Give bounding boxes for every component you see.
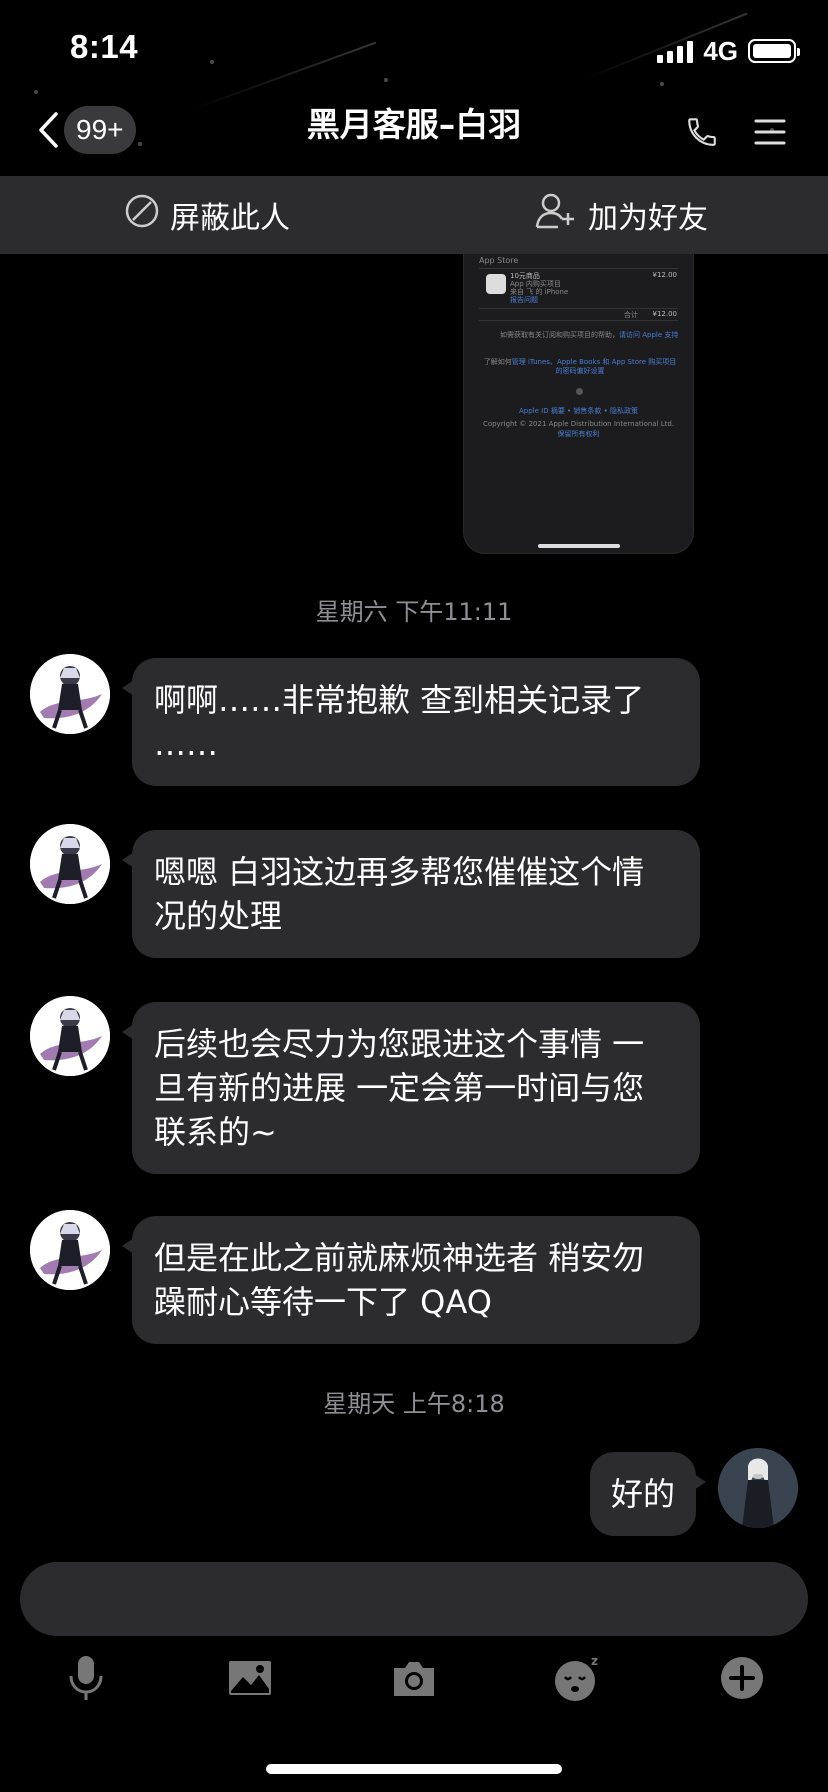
help-text: 如需获取有关订阅和购买项目的帮助， bbox=[500, 331, 619, 339]
block-user-button[interactable]: 屏蔽此人 bbox=[0, 176, 414, 254]
status-bar: 8:14 4G bbox=[0, 0, 828, 92]
plus-icon[interactable] bbox=[712, 1648, 772, 1708]
my-message-bubble[interactable]: 好的 bbox=[590, 1452, 706, 1536]
phone-icon[interactable] bbox=[680, 110, 724, 154]
input-toolbar: z bbox=[0, 1648, 828, 1708]
message-line: 联系的~ bbox=[154, 1113, 277, 1151]
camera-icon[interactable] bbox=[384, 1648, 444, 1708]
support-link: 请访问 Apple 支持 bbox=[619, 331, 679, 339]
home-indicator bbox=[266, 1764, 562, 1774]
message-line: 后续也会尽力为您跟进这个事情 一 bbox=[154, 1025, 645, 1063]
screenshot-home-indicator bbox=[538, 544, 620, 548]
footer-links: Apple ID 摘要 • 销售条款 • 隐私政策 bbox=[519, 407, 638, 415]
menu-icon[interactable] bbox=[748, 110, 792, 154]
image-message[interactable]: App Store 10元商品 App 内购买项目 来自 飞 的 iPhone … bbox=[463, 254, 694, 554]
network-type: 4G bbox=[703, 35, 738, 66]
message-line: 嗯嗯 白羽这边再多帮您催催这个情 bbox=[154, 853, 645, 891]
message-bubble[interactable]: 后续也会尽力为您跟进这个事情 一 旦有新的进展 一定会第一时间与您 联系的~ bbox=[122, 1002, 700, 1174]
contact-action-bar: 屏蔽此人 加为好友 bbox=[0, 176, 828, 254]
rights-link: 保留所有权利 bbox=[557, 430, 600, 438]
message-line: 躁耐心等待一下了 QAQ bbox=[154, 1283, 492, 1321]
copyright-text: Copyright © 2021 Apple Distribution Inte… bbox=[482, 420, 675, 428]
battery-icon bbox=[748, 39, 800, 63]
item-price: ¥12.00 bbox=[652, 271, 678, 279]
signal-icon bbox=[657, 39, 694, 63]
block-icon bbox=[124, 193, 160, 237]
message-input[interactable] bbox=[20, 1562, 808, 1636]
nav-bar: 99+ 黑月客服–白羽 bbox=[0, 92, 828, 176]
total-label: 合计 bbox=[624, 311, 638, 319]
block-user-label: 屏蔽此人 bbox=[170, 201, 290, 236]
total-price: ¥12.00 bbox=[652, 310, 678, 318]
message-line: 旦有新的进展 一定会第一时间与您 bbox=[154, 1069, 645, 1107]
report-problem-link: 报告问题 bbox=[510, 296, 538, 304]
add-friend-button[interactable]: 加为好友 bbox=[414, 176, 828, 254]
manage-link: 管理 iTunes、Apple Books 和 App Store 购买项目的密… bbox=[511, 358, 677, 375]
message-bubble[interactable]: 嗯嗯 白羽这边再多帮您催催这个情 况的处理 bbox=[122, 830, 700, 958]
agent-avatar[interactable] bbox=[30, 824, 110, 904]
svg-text:z: z bbox=[591, 1654, 598, 1668]
agent-avatar[interactable] bbox=[30, 654, 110, 734]
manage-text: 了解如何 bbox=[483, 358, 512, 366]
receipt-header: App Store bbox=[479, 256, 519, 265]
status-time: 8:14 bbox=[70, 28, 139, 65]
message-line: 况的处理 bbox=[154, 897, 283, 935]
add-user-icon bbox=[534, 191, 578, 239]
image-icon[interactable] bbox=[220, 1648, 280, 1708]
my-avatar[interactable] bbox=[718, 1448, 798, 1528]
status-indicators: 4G bbox=[657, 35, 800, 66]
agent-avatar[interactable] bbox=[30, 1210, 110, 1290]
add-friend-label: 加为好友 bbox=[588, 201, 708, 236]
timestamp: 星期六 下午11:11 bbox=[315, 598, 513, 626]
emoji-icon[interactable]: z bbox=[548, 1648, 608, 1708]
message-bubble[interactable]: 啊啊……非常抱歉 查到相关记录了 …… bbox=[122, 658, 700, 786]
message-line: 好的 bbox=[610, 1475, 675, 1513]
message-bubble[interactable]: 但是在此之前就麻烦神选者 稍安勿 躁耐心等待一下了 QAQ bbox=[122, 1216, 700, 1344]
app-thumbnail bbox=[486, 274, 506, 294]
message-line: 啊啊……非常抱歉 查到相关记录了 bbox=[154, 681, 645, 719]
timestamp: 星期天 上午8:18 bbox=[323, 1390, 505, 1418]
apple-logo bbox=[576, 388, 583, 395]
message-line: 但是在此之前就麻烦神选者 稍安勿 bbox=[154, 1239, 645, 1277]
agent-avatar[interactable] bbox=[30, 996, 110, 1076]
microphone-icon[interactable] bbox=[56, 1648, 116, 1708]
message-line: …… bbox=[154, 725, 218, 763]
